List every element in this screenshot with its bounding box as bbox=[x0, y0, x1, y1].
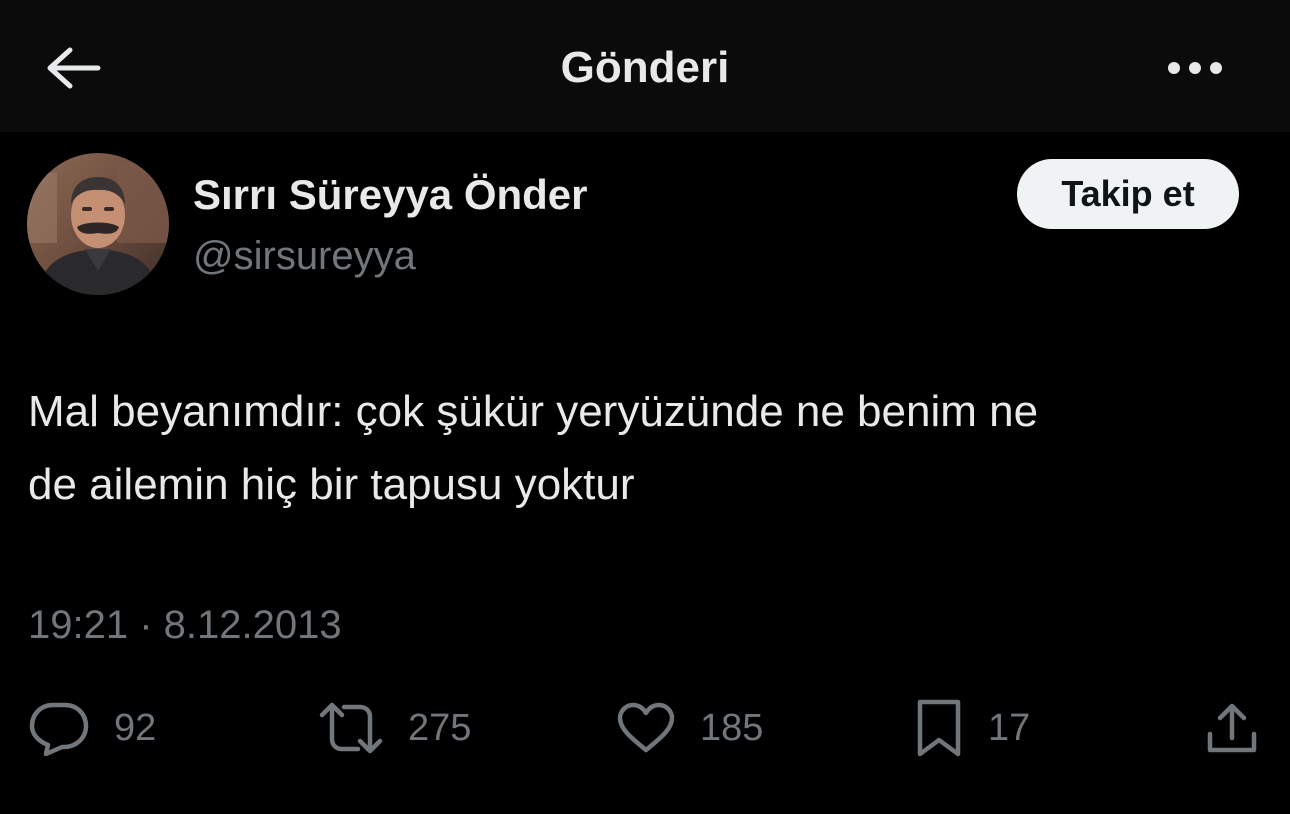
reply-count: 92 bbox=[114, 707, 157, 749]
tweet-text-line: de ailemin hiç bir tapusu yoktur bbox=[28, 460, 635, 509]
bookmark-button[interactable]: 17 bbox=[914, 696, 1030, 760]
back-button[interactable] bbox=[42, 40, 104, 96]
reply-button[interactable]: 92 bbox=[28, 696, 156, 760]
more-options-button[interactable] bbox=[1160, 40, 1230, 96]
bookmark-count: 17 bbox=[988, 707, 1031, 749]
heart-icon bbox=[617, 702, 675, 753]
like-button[interactable]: 185 bbox=[616, 696, 763, 760]
author-handle[interactable]: @sirsureyya bbox=[193, 230, 416, 282]
retweet-icon bbox=[319, 702, 383, 754]
tweet-timestamp[interactable]: 19:21 · 8.12.2013 bbox=[28, 600, 342, 650]
tweet-text-line: Mal beyanımdır: çok şükür yeryüzünde ne … bbox=[28, 387, 1039, 436]
bookmark-icon bbox=[917, 699, 961, 757]
avatar[interactable] bbox=[27, 153, 169, 295]
avatar-photo bbox=[27, 153, 169, 295]
follow-button[interactable]: Takip et bbox=[1017, 159, 1239, 229]
reply-icon bbox=[29, 702, 89, 756]
retweet-count: 275 bbox=[408, 707, 472, 749]
arrow-left-icon bbox=[47, 47, 101, 89]
share-icon bbox=[1207, 703, 1257, 753]
like-count: 185 bbox=[700, 707, 764, 749]
tweet-text: Mal beyanımdır: çok şükür yeryüzünde ne … bbox=[28, 375, 1268, 521]
author-name[interactable]: Sırrı Süreyya Önder bbox=[193, 168, 588, 222]
share-button[interactable] bbox=[1204, 696, 1260, 760]
page-title: Gönderi bbox=[560, 43, 730, 92]
more-dots-icon bbox=[1168, 62, 1222, 74]
top-bar: Gönderi bbox=[0, 0, 1290, 132]
retweet-button[interactable]: 275 bbox=[318, 696, 471, 760]
